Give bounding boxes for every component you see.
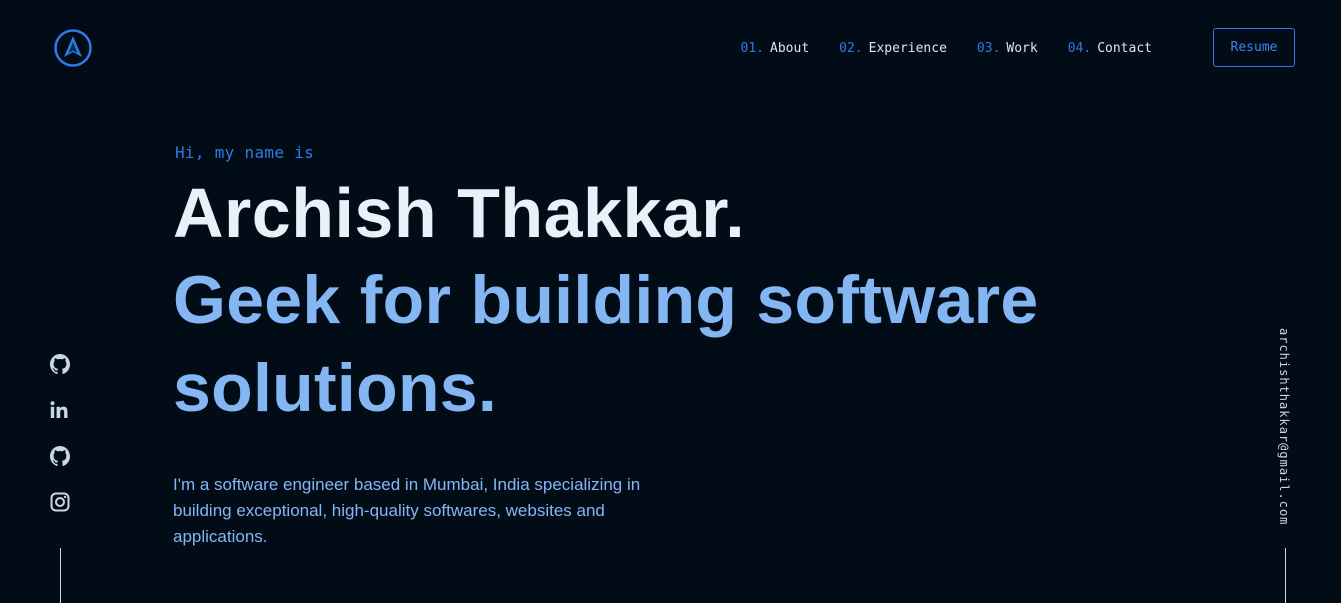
main-nav: 01. About 02. Experience 03. Work 04. Contac… [741,28,1182,68]
nav-label: Contact [1097,40,1152,56]
right-vertical-line [1285,548,1286,603]
social-links [48,352,72,536]
nav-item-work[interactable]: 03. Work [977,41,1038,56]
nav-item-experience[interactable]: 02. Experience [839,41,947,56]
linkedin-icon[interactable] [48,398,72,422]
nav-number: 02. [839,40,863,56]
nav-item-about[interactable]: 01. About [741,41,810,56]
hero-intro: Hi, my name is [175,143,315,162]
nav-item-contact[interactable]: 04. Contact [1068,41,1152,56]
instagram-icon[interactable] [48,490,72,514]
github-icon[interactable] [48,352,72,376]
nav-label: About [770,40,810,56]
github-icon[interactable] [48,444,72,468]
resume-button[interactable]: Resume [1213,28,1295,67]
hero-tagline: Geek for building software solutions. [173,262,1039,426]
nav-number: 01. [740,40,765,56]
nav-number: 03. [976,40,1001,56]
hero-section: Hi, my name is Archish Thakkar. Geek for… [173,143,1073,550]
hero-name: Archish Thakkar. [173,174,746,252]
hero-description: I'm a software engineer based in Mumbai,… [173,475,641,546]
nav-label: Work [1006,40,1038,56]
left-vertical-line [60,548,61,603]
email-link[interactable]: archishthakkar@gmail.com [1277,328,1291,525]
triangle-a-logo-icon[interactable] [53,28,93,68]
nav-number: 04. [1067,40,1092,56]
page: 01. About 02. Experience 03. Work 04. Contac… [0,0,1341,603]
nav-label: Experience [868,40,947,56]
